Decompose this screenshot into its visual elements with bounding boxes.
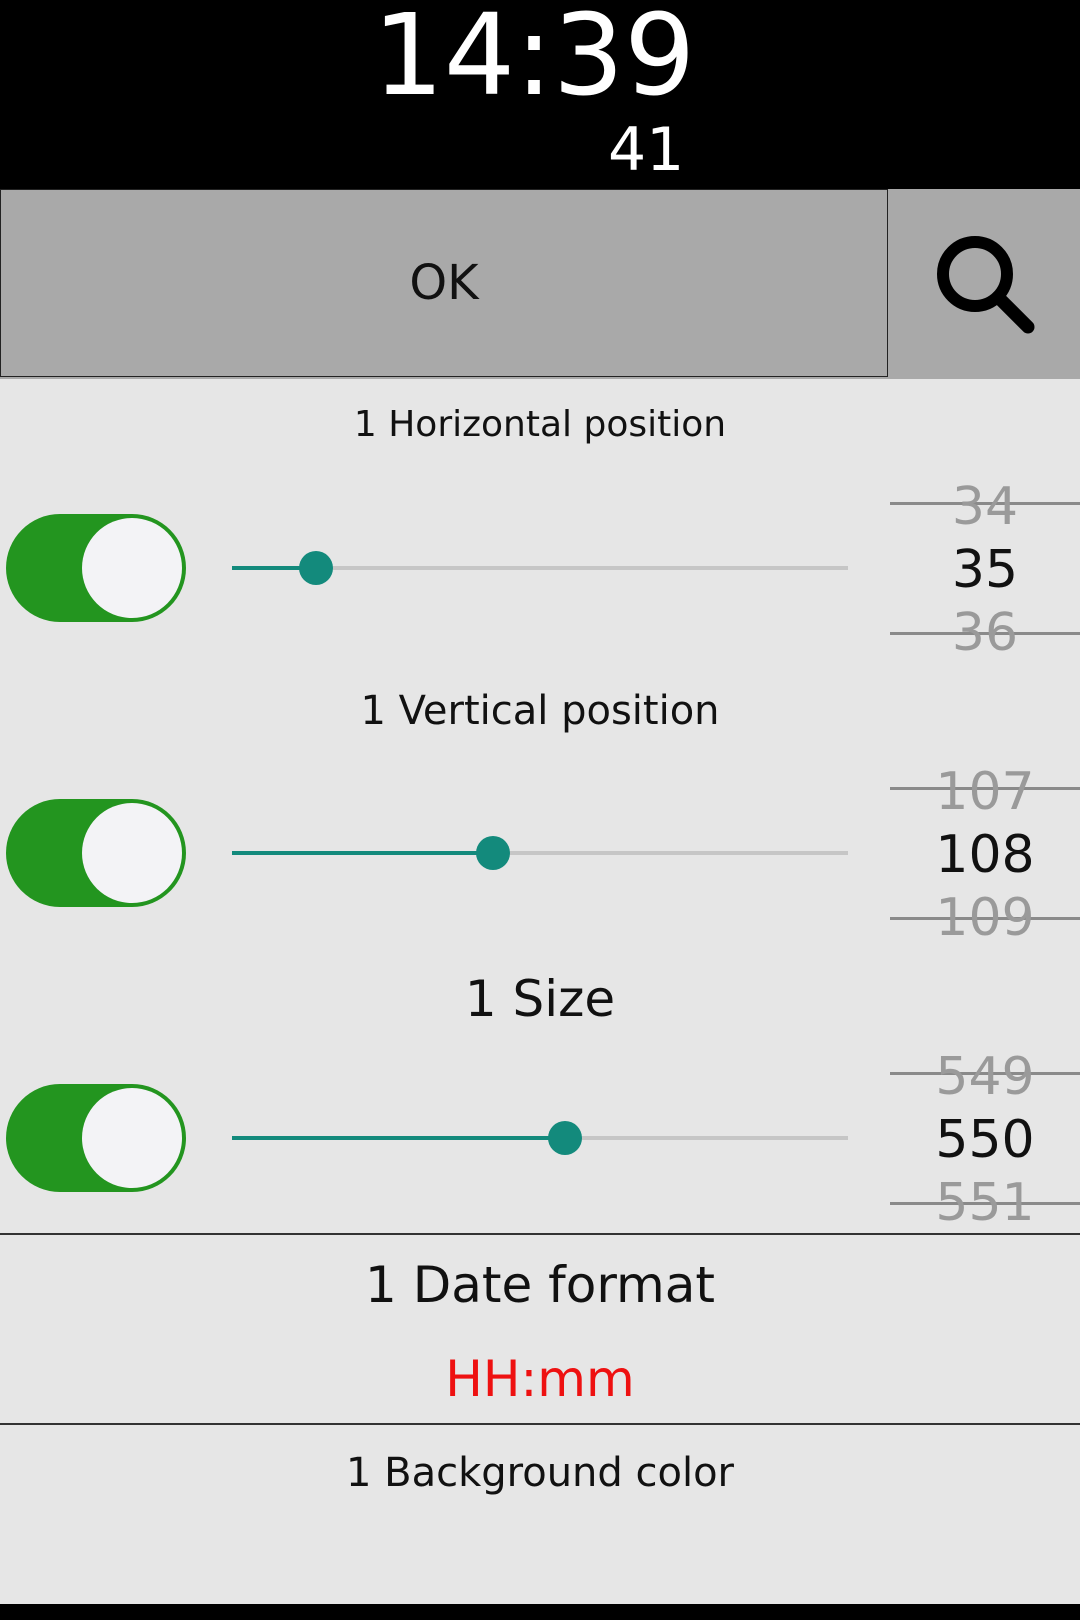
- slider-fill: [232, 851, 493, 855]
- vertical-position-picker[interactable]: 107 108 109: [890, 762, 1080, 954]
- horizontal-position-slider[interactable]: [232, 551, 848, 585]
- slider-fill: [232, 1136, 565, 1140]
- slider-thumb[interactable]: [299, 551, 334, 585]
- picker-next-value[interactable]: 36: [890, 603, 1080, 663]
- vertical-position-slider[interactable]: [232, 836, 848, 870]
- preview-time: 14:39: [372, 0, 696, 121]
- search-icon: [937, 236, 1035, 334]
- toolbar: OK: [0, 189, 1080, 379]
- preview-seconds: 41: [608, 115, 685, 185]
- picker-prev-value[interactable]: 107: [890, 762, 1080, 822]
- picker-next-value[interactable]: 551: [890, 1173, 1080, 1233]
- slider-thumb[interactable]: [547, 1121, 582, 1155]
- date-format-title: 1 Date format: [365, 1256, 715, 1314]
- ok-button[interactable]: OK: [0, 189, 888, 377]
- vertical-position-toggle[interactable]: [4, 797, 188, 909]
- picker-current-value[interactable]: 35: [890, 540, 1080, 600]
- vertical-position-title: 1 Vertical position: [360, 688, 720, 734]
- horizontal-position-toggle[interactable]: [4, 512, 188, 624]
- picker-prev-value[interactable]: 34: [890, 477, 1080, 537]
- size-toggle[interactable]: [4, 1082, 188, 1194]
- horizontal-position-title: 1 Horizontal position: [353, 404, 727, 445]
- bottom-bar: [0, 1604, 1080, 1620]
- section-divider: [0, 1233, 1080, 1235]
- search-button[interactable]: [890, 189, 1080, 379]
- size-picker[interactable]: 549 550 551: [890, 1047, 1080, 1239]
- background-color-title[interactable]: 1 Background color: [0, 1450, 1080, 1496]
- size-slider[interactable]: [232, 1121, 848, 1155]
- section-divider: [0, 1423, 1080, 1425]
- date-format-value[interactable]: HH:mm: [0, 1350, 1080, 1408]
- picker-current-value[interactable]: 108: [890, 825, 1080, 885]
- picker-prev-value[interactable]: 549: [890, 1047, 1080, 1107]
- slider-thumb[interactable]: [475, 836, 510, 870]
- picker-current-value[interactable]: 550: [890, 1110, 1080, 1170]
- size-title: 1 Size: [464, 970, 616, 1028]
- horizontal-position-picker[interactable]: 34 35 36: [890, 477, 1080, 669]
- clock-preview: 14:39 41: [0, 0, 1080, 189]
- picker-next-value[interactable]: 109: [890, 888, 1080, 948]
